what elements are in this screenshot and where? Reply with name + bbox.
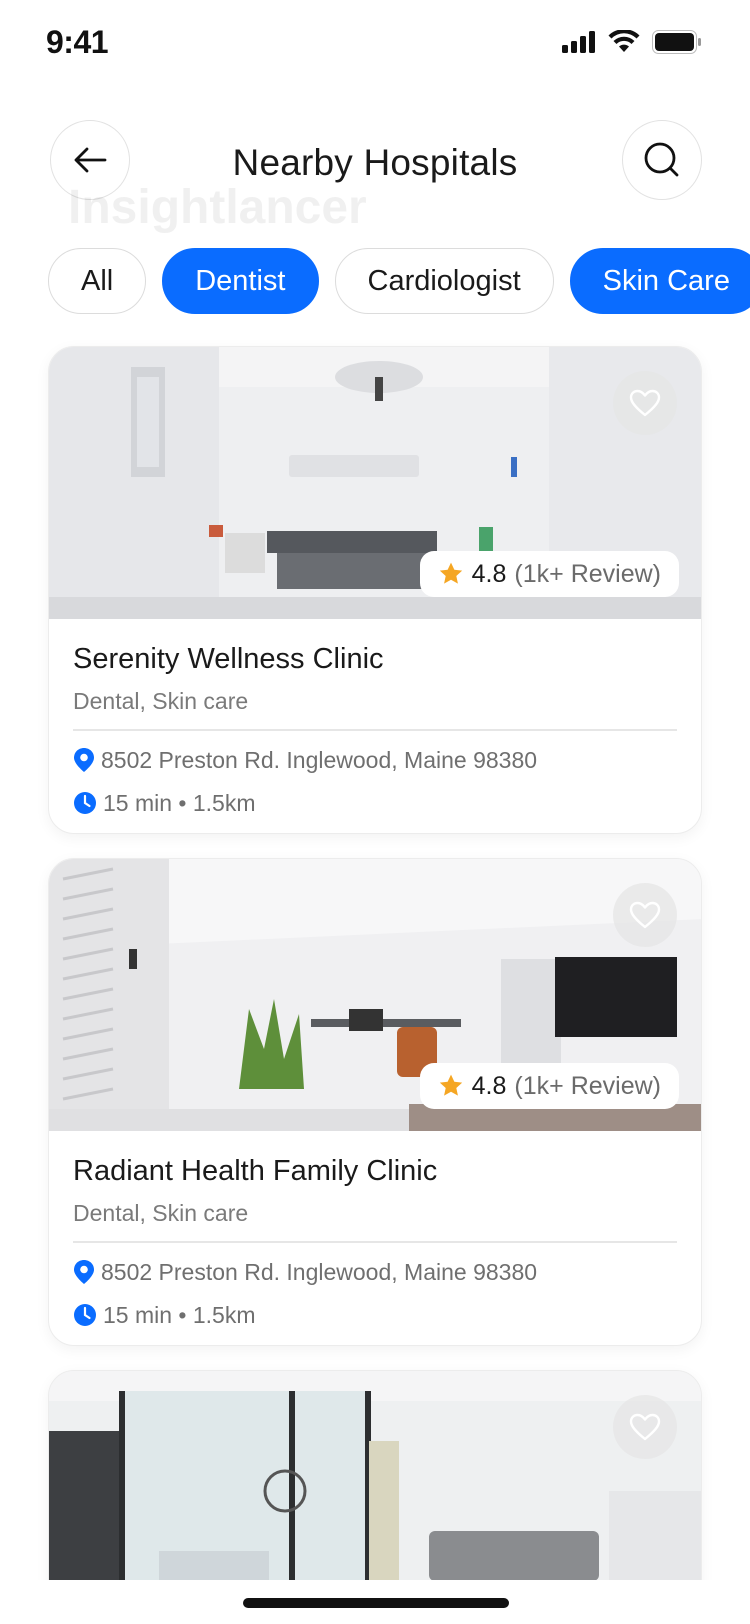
heart-icon (629, 389, 661, 417)
filter-chip-skin-care[interactable]: Skin Care (569, 248, 750, 314)
search-button[interactable] (622, 120, 702, 200)
hospital-distance: 15 min • 1.5km (103, 789, 256, 816)
filter-chips: All Dentist Cardiologist Skin Care (48, 248, 750, 314)
card-body: Serenity Wellness Clinic Dental, Skin ca… (49, 619, 701, 817)
location-pin-icon (74, 748, 94, 772)
home-indicator (243, 1598, 509, 1608)
heart-icon (629, 901, 661, 929)
hospital-specialties: Dental, Skin care (73, 688, 249, 714)
status-time: 9:41 (46, 24, 109, 60)
card-body: Radiant Health Family Clinic Dental, Ski… (49, 1131, 701, 1329)
hospital-photo: 4.8 (1k+ Review) (49, 859, 701, 1131)
hospital-distance: 15 min • 1.5km (103, 1301, 256, 1328)
address-row: 8502 Preston Rd. Inglewood, Maine 98380 (73, 1259, 677, 1286)
distance-row: 15 min • 1.5km (73, 1302, 677, 1329)
cellular-signal-icon (562, 31, 595, 53)
search-icon (644, 142, 679, 177)
divider (73, 729, 677, 731)
heart-icon (629, 1413, 661, 1441)
review-count: (1k+ Review) (514, 1071, 661, 1100)
review-count: (1k+ Review) (514, 559, 661, 588)
star-icon (439, 1074, 462, 1096)
filter-chip-cardiologist[interactable]: Cardiologist (334, 248, 554, 314)
wifi-icon (608, 30, 640, 52)
star-icon (439, 562, 462, 584)
hospital-specialties: Dental, Skin care (73, 1200, 249, 1226)
hospital-name: Serenity Wellness Clinic (73, 643, 384, 675)
filter-chip-all[interactable]: All (48, 248, 147, 314)
hospital-card[interactable]: 4.8 (1k+ Review) Radiant Health Family C… (48, 858, 702, 1346)
battery-icon (652, 30, 701, 54)
rating-value: 4.8 (471, 559, 507, 588)
location-pin-icon (74, 1260, 94, 1284)
address-row: 8502 Preston Rd. Inglewood, Maine 98380 (73, 747, 677, 774)
status-icons (562, 30, 702, 54)
hospital-card[interactable]: 4.8 (1k+ Review) Serenity Wellness Clini… (48, 346, 702, 834)
favorite-button[interactable] (613, 1395, 677, 1459)
distance-row: 15 min • 1.5km (73, 790, 677, 817)
filter-chip-dentist[interactable]: Dentist (162, 248, 319, 314)
rating-badge: 4.8 (1k+ Review) (419, 1063, 679, 1109)
divider (73, 1241, 677, 1243)
rating-value: 4.8 (471, 1071, 507, 1100)
hospital-address: 8502 Preston Rd. Inglewood, Maine 98380 (101, 746, 538, 773)
header: Nearby Hospitals (0, 120, 750, 200)
status-bar: 9:41 (0, 0, 750, 88)
hospital-address: 8502 Preston Rd. Inglewood, Maine 98380 (101, 1258, 538, 1285)
rating-badge: 4.8 (1k+ Review) (419, 551, 679, 597)
clock-icon (74, 1304, 96, 1326)
favorite-button[interactable] (613, 371, 677, 435)
hospital-name: Radiant Health Family Clinic (73, 1155, 438, 1187)
hospital-photo: 4.8 (1k+ Review) (49, 347, 701, 619)
clock-icon (74, 792, 96, 814)
favorite-button[interactable] (613, 883, 677, 947)
